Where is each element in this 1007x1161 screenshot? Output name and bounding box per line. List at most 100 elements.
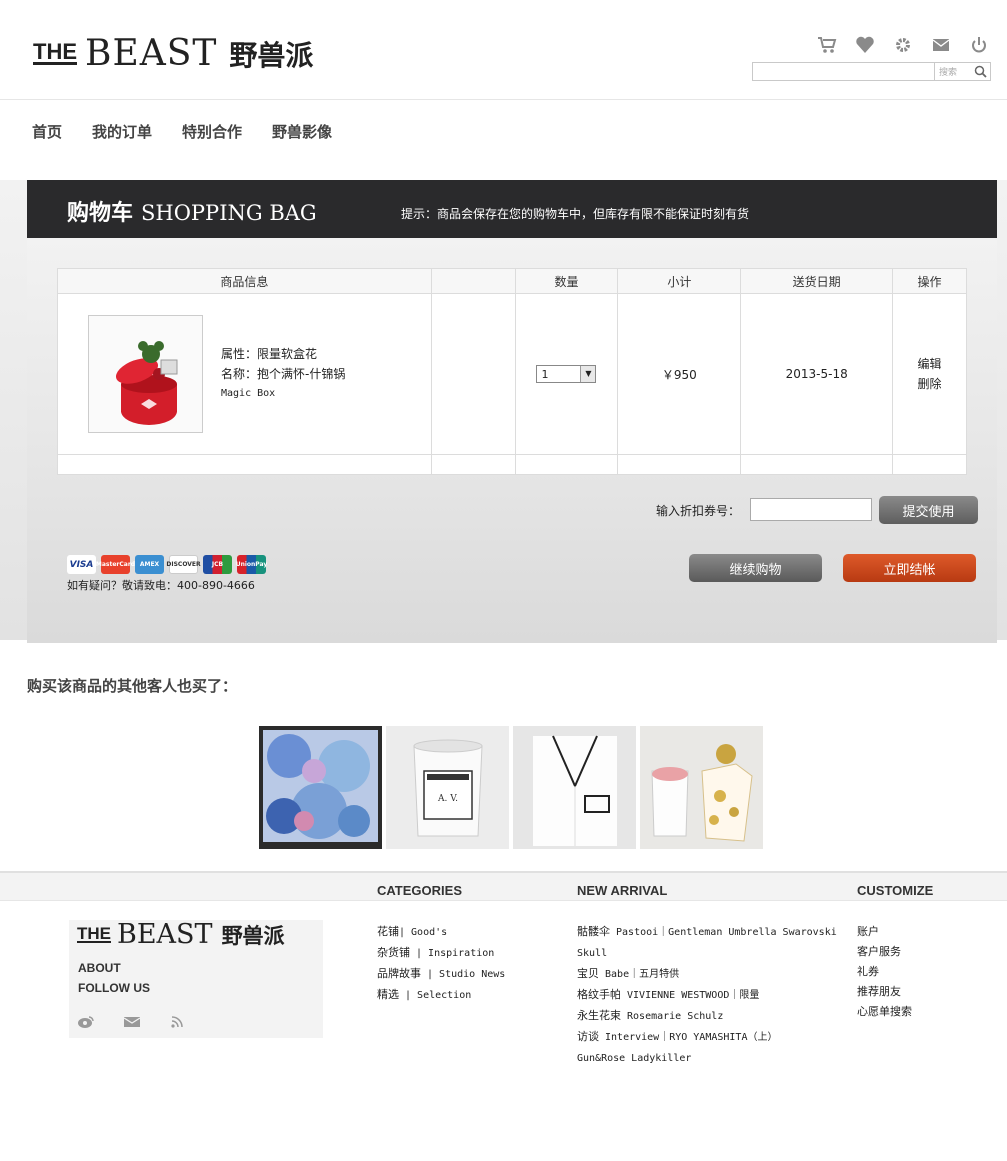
main-nav: 首页 我的订单 特别合作 野兽影像 [32, 121, 332, 142]
footer-logo-the: THE [77, 924, 111, 943]
empty-cell [617, 454, 742, 475]
empty-cell [57, 454, 432, 475]
footer-customize-service[interactable]: 客户服务 [857, 942, 912, 962]
delivery-date-cell: 2013-5-18 [740, 293, 894, 455]
col-actions: 操作 [892, 268, 967, 294]
footer-arrival-link[interactable]: 永生花束 Rosemarie Schulz [577, 1006, 847, 1027]
product-en-name: Magic Box [221, 388, 276, 399]
rec-item-pajamas[interactable] [513, 726, 636, 849]
nav-item-collaboration[interactable]: 特别合作 [182, 121, 242, 142]
power-icon[interactable] [969, 36, 989, 54]
discover-card-icon: DISCOVER [166, 555, 201, 574]
link-cn: 永生花束 [577, 1009, 621, 1022]
cart-table: 商品信息 数量 小计 送货日期 操作 属性：限量软盒花 名称：抱个满怀-什锦锅 … [57, 268, 967, 475]
footer-customize-refer[interactable]: 推荐朋友 [857, 982, 912, 1002]
footer-arrival-link[interactable]: 骷髅伞 Pastooi｜Gentleman Umbrella Swarovski [577, 922, 847, 943]
weibo-icon[interactable] [77, 1015, 95, 1033]
product-attribute: 属性：限量软盒花 [221, 347, 318, 361]
footer-category-link[interactable]: 品牌故事 | Studio News [377, 964, 505, 985]
footer-new-arrival-title: NEW ARRIVAL [577, 883, 668, 898]
footer-arrival-link[interactable]: 宝贝 Babe｜五月特供 [577, 964, 847, 985]
footer-customize-list: 账户 客户服务 礼券 推荐朋友 心愿单搜索 [857, 922, 912, 1022]
link-en: | Inspiration [410, 948, 495, 959]
link-en: Pastooi｜Gentleman Umbrella Swarovski [610, 927, 837, 938]
logo-beast: BEAST [85, 33, 218, 74]
product-cell: 属性：限量软盒花 名称：抱个满怀-什锦锅 Magic Box [57, 293, 432, 455]
site-logo[interactable]: THE BEAST 野兽派 [33, 34, 313, 74]
blank-cell [430, 293, 516, 455]
footer-follow-link[interactable]: FOLLOW US [78, 981, 150, 995]
link-en: Skull [577, 948, 608, 959]
product-info: 属性：限量软盒花 名称：抱个满怀-什锦锅 Magic Box [221, 344, 345, 404]
nav-item-home[interactable]: 首页 [32, 121, 62, 142]
search-button[interactable]: 搜索 [934, 63, 990, 80]
link-en: | Studio News [421, 969, 506, 980]
link-cn: 杂货铺 [377, 946, 410, 959]
footer-customize-gift-card[interactable]: 礼券 [857, 962, 912, 982]
submit-coupon-button[interactable]: 提交使用 [879, 496, 978, 524]
product-name[interactable]: 名称：抱个满怀-什锦锅 [221, 364, 345, 384]
footer-category-link[interactable]: 杂货铺 | Inspiration [377, 943, 505, 964]
amex-card-icon: AMEX [135, 555, 164, 574]
cart-icon[interactable] [817, 36, 837, 54]
search-input[interactable] [753, 63, 934, 80]
rss-icon[interactable] [169, 1015, 187, 1033]
footer-header-bar [0, 871, 1007, 901]
footer-customize-wishlist[interactable]: 心愿单搜索 [857, 1002, 912, 1022]
also-bought-title: 购买该商品的其他客人也买了： [27, 677, 238, 695]
link-cn: 花铺 [377, 925, 399, 938]
col-product-info: 商品信息 [57, 268, 432, 294]
svg-text:A. V.: A. V. [437, 794, 458, 804]
link-en: | Selection [399, 990, 472, 1001]
product-thumbnail[interactable] [88, 315, 203, 433]
empty-cell [430, 454, 516, 475]
footer-category-link[interactable]: 精选 | Selection [377, 985, 505, 1006]
table-row-empty [57, 454, 967, 475]
cart-title-cn: 购物车 [67, 200, 134, 226]
rec-item-candle[interactable]: A. V. [386, 726, 509, 849]
also-bought-list: A. V. [259, 726, 763, 849]
coupon-label: 输入折扣券号： [656, 504, 741, 518]
link-en: Babe｜五月特供 [599, 969, 680, 980]
footer-logo[interactable]: THE BEAST 野兽派 [77, 920, 285, 950]
quantity-select[interactable]: 1 ▼ [536, 365, 597, 383]
empty-cell [892, 454, 967, 475]
header-icons [817, 36, 989, 54]
visa-card-icon: VISA [67, 555, 96, 574]
edit-link[interactable]: 编辑 [893, 354, 966, 374]
footer-arrival-link[interactable]: 格纹手帕 VIVIENNE WESTWOOD｜限量 [577, 985, 847, 1006]
delete-link[interactable]: 删除 [893, 374, 966, 394]
nav-item-orders[interactable]: 我的订单 [92, 121, 152, 142]
cart-title: 购物车 SHOPPING BAG [67, 195, 317, 227]
footer-customize-title: CUSTOMIZE [857, 883, 934, 898]
link-cn: 骷髅伞 [577, 925, 610, 938]
rec-item-scarf[interactable] [259, 726, 382, 849]
jcb-card-icon: JCB [203, 555, 232, 574]
support-phone: 如有疑问？敬请致电：400-890-4666 [67, 579, 255, 592]
nav-item-video[interactable]: 野兽影像 [272, 121, 332, 142]
continue-shopping-button[interactable]: 继续购物 [689, 554, 822, 582]
footer-arrival-link[interactable]: Gun&Rose Ladykiller [577, 1048, 847, 1069]
cart-title-en: SHOPPING BAG [141, 201, 317, 225]
col-quantity: 数量 [514, 268, 619, 294]
checkout-button[interactable]: 立即结帐 [843, 554, 976, 582]
mail-icon[interactable] [123, 1015, 141, 1033]
footer-about-link[interactable]: ABOUT [78, 961, 121, 975]
footer-category-link[interactable]: 花铺| Good's [377, 922, 505, 943]
header-divider [0, 99, 1007, 100]
gear-icon[interactable] [893, 36, 913, 54]
heart-icon[interactable] [855, 36, 875, 54]
coupon-input[interactable] [750, 498, 872, 521]
empty-cell [740, 454, 894, 475]
search-icon [974, 65, 987, 78]
footer-arrival-link[interactable]: Skull [577, 943, 847, 964]
cart-hint: 提示：商品会保存在您的购物车中，但库存有限不能保证时刻有货 [401, 207, 750, 221]
footer-categories-title: CATEGORIES [377, 883, 462, 898]
mail-icon[interactable] [931, 36, 951, 54]
footer-new-arrival-list: 骷髅伞 Pastooi｜Gentleman Umbrella Swarovski… [577, 922, 847, 1069]
chevron-down-icon: ▼ [580, 366, 596, 382]
footer-arrival-link[interactable]: 访谈 Interview｜RYO YAMASHITA（上） [577, 1027, 847, 1048]
logo-the: THE [33, 39, 77, 65]
rec-item-gift-box[interactable] [640, 726, 763, 849]
footer-customize-account[interactable]: 账户 [857, 922, 912, 942]
